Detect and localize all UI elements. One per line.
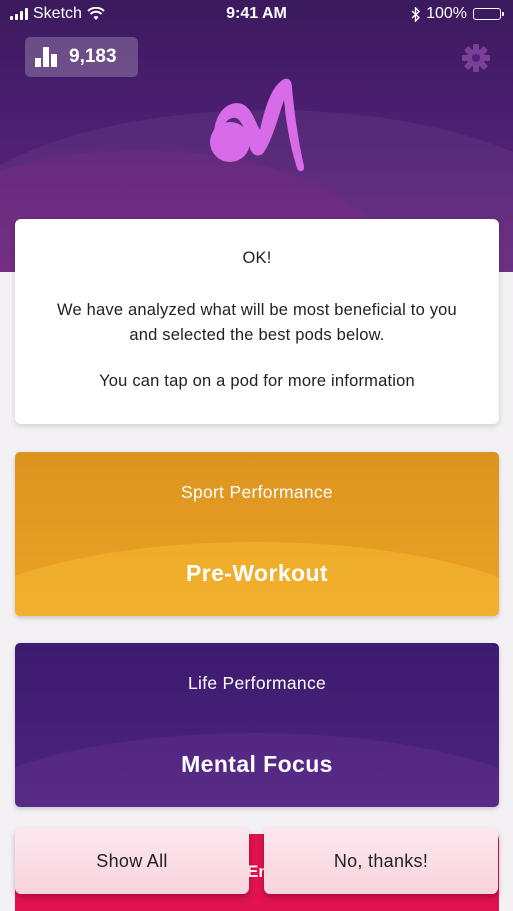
status-bar: Sketch 9:41 AM 100%: [0, 0, 513, 30]
status-right: 100%: [411, 5, 504, 23]
battery-icon: [473, 8, 504, 20]
show-all-button[interactable]: Show All: [15, 828, 249, 894]
message-text: We have analyzed what will be most benef…: [57, 301, 457, 344]
pod-name: Mental Focus: [181, 751, 333, 777]
pod-category: Sport Performance: [181, 482, 333, 502]
gear-icon[interactable]: [460, 42, 492, 74]
bluetooth-icon: [411, 6, 421, 22]
score-badge[interactable]: 9,183: [25, 37, 138, 77]
score-value: 9,183: [69, 46, 117, 67]
message-card: OK! We have analyzed what will be most b…: [15, 219, 499, 424]
pod-name: Pre-Workout: [186, 560, 328, 586]
show-all-label: Show All: [96, 850, 168, 871]
battery-percent: 100%: [426, 5, 467, 22]
message-title: OK!: [242, 249, 272, 267]
no-thanks-button[interactable]: No, thanks!: [264, 828, 498, 894]
no-thanks-label: No, thanks!: [333, 850, 429, 871]
message-hint: You can tap on a pod for more informatio…: [99, 372, 415, 390]
pod-card-pre-workout[interactable]: Sport Performance Pre-Workout: [15, 452, 499, 616]
pod-category: Life Performance: [187, 673, 327, 693]
bar-chart-icon: [35, 47, 57, 67]
brand-logo: [210, 78, 305, 172]
pod-card-mental-focus[interactable]: Life Performance Mental Focus: [15, 643, 499, 807]
